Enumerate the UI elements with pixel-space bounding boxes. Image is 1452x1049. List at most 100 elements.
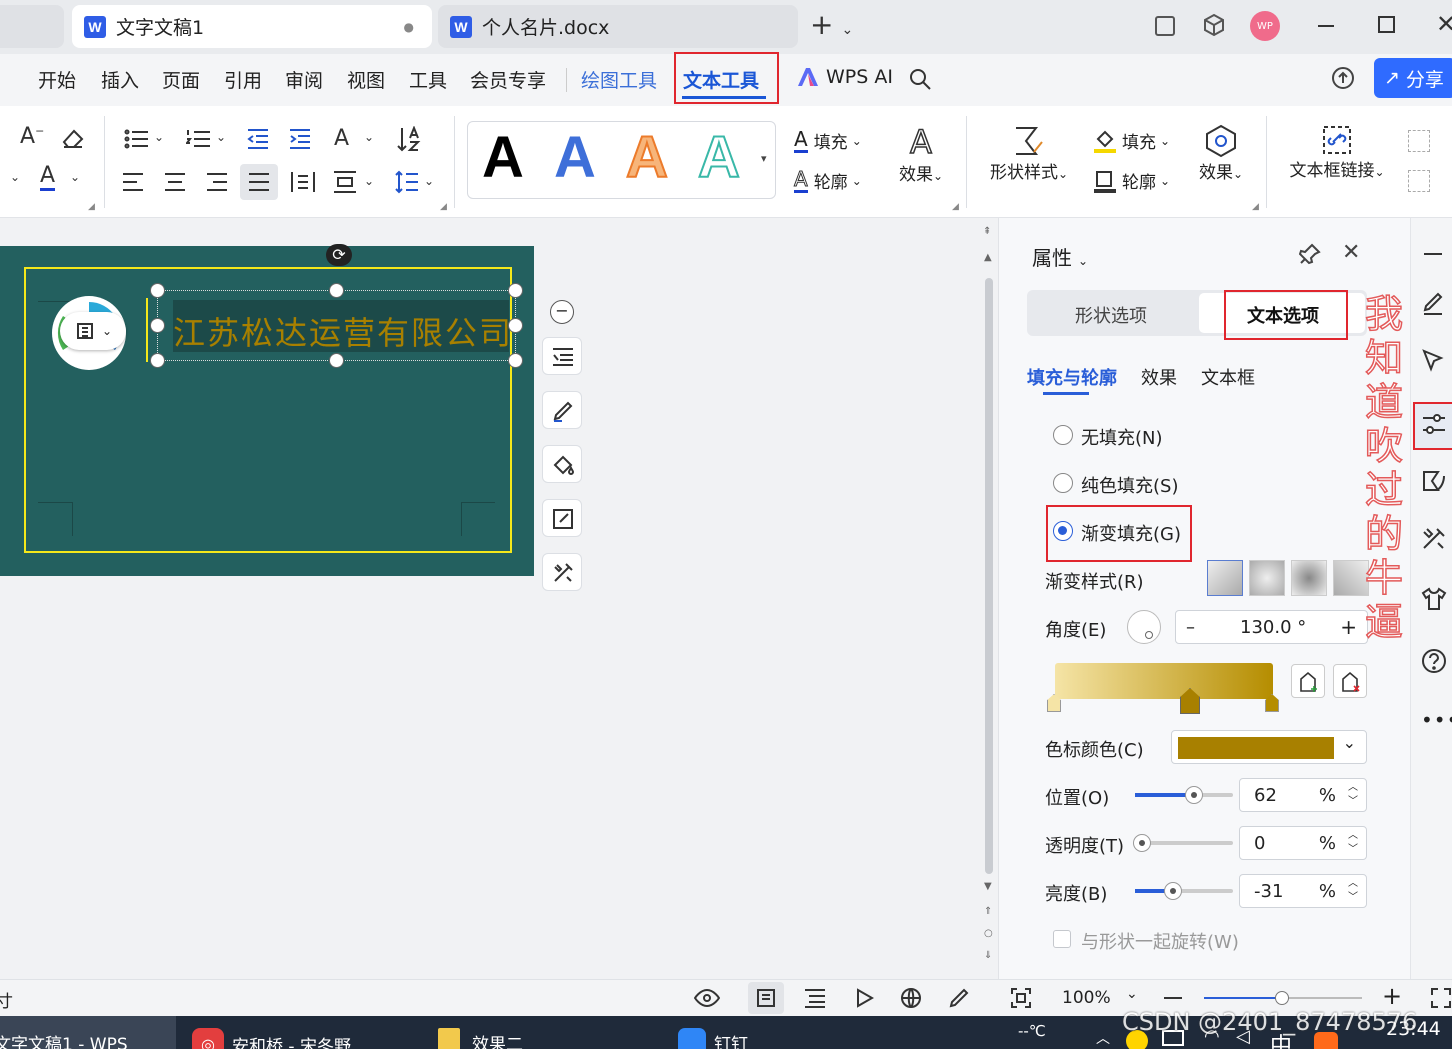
float-outline-button[interactable] — [542, 499, 582, 537]
shape-style-button[interactable]: 形状样式⌄ — [984, 124, 1074, 183]
brightness-slider[interactable] — [1135, 882, 1233, 900]
chevron-down-icon[interactable]: ⌄ — [10, 170, 20, 184]
dialog-launcher-icon[interactable]: ◢ — [88, 202, 95, 212]
taskbar-item-dingtalk[interactable]: 钉钉 — [678, 1028, 748, 1049]
chevron-down-icon[interactable]: ⌄ — [1126, 986, 1138, 1002]
text-effect-button[interactable]: A 效果⌄ — [896, 123, 946, 185]
fullscreen-icon[interactable] — [1430, 987, 1452, 1009]
avatar[interactable]: WP — [1250, 11, 1280, 41]
remove-gradient-stop-button[interactable] — [1333, 664, 1367, 698]
play-icon[interactable] — [854, 988, 874, 1008]
resize-handle[interactable] — [508, 318, 523, 333]
angle-increment[interactable]: + — [1340, 615, 1357, 639]
pen-icon[interactable] — [1421, 290, 1445, 316]
resize-handle[interactable] — [508, 353, 523, 368]
spinner-icon[interactable]: ︿ ﹀ — [1348, 781, 1358, 809]
add-gradient-stop-button[interactable] — [1291, 664, 1325, 698]
justify-button[interactable] — [240, 164, 278, 200]
shape-style-icon[interactable] — [1421, 468, 1447, 494]
menu-home[interactable]: 开始 — [38, 66, 76, 93]
help-icon[interactable] — [1421, 648, 1447, 674]
resize-handle[interactable] — [329, 283, 344, 298]
more-icon[interactable]: ••• — [1421, 708, 1452, 732]
rotate-handle[interactable]: ⟳ — [326, 244, 352, 266]
font-size-decrease-icon[interactable]: A− — [20, 124, 44, 149]
text-style-teal-outline[interactable]: A — [697, 124, 741, 191]
scrollbar-thumb[interactable] — [985, 278, 993, 874]
shape-outline-button[interactable]: 轮廓 ⌄ — [1094, 168, 1170, 193]
select-cursor-icon[interactable] — [1421, 348, 1445, 374]
minimize-button[interactable] — [1318, 25, 1334, 27]
text-outline-button[interactable]: A 轮廓 ⌄ — [794, 168, 862, 193]
menu-member[interactable]: 会员专享 — [470, 66, 546, 93]
position-slider[interactable] — [1135, 786, 1233, 804]
chevron-down-icon[interactable]: ⌄ — [154, 130, 164, 144]
shape-effect-button[interactable]: 效果⌄ — [1194, 124, 1248, 183]
brightness-input[interactable]: -31 % ︿ ﹀ — [1239, 874, 1367, 908]
chevron-down-icon[interactable]: ⌄ — [424, 174, 434, 188]
search-icon[interactable] — [908, 67, 932, 91]
zoom-out-button[interactable] — [1164, 997, 1182, 999]
zoom-slider[interactable] — [1204, 991, 1362, 1005]
shirt-icon[interactable] — [1421, 586, 1447, 612]
chevron-down-icon[interactable]: ⌄ — [70, 170, 80, 184]
next-page-icon[interactable]: ⇓ — [984, 950, 992, 961]
angle-value[interactable]: 130.0 ° — [1240, 617, 1306, 638]
paragraph-spacing-icon[interactable] — [332, 170, 358, 194]
text-style-black[interactable]: A — [482, 124, 524, 191]
subtab-textbox[interactable]: 文本框 — [1201, 364, 1255, 390]
stop-color-select[interactable]: ⌄ — [1171, 730, 1367, 764]
decrease-indent-icon[interactable] — [246, 128, 270, 150]
spinner-icon[interactable]: ︿ ﹀ — [1348, 829, 1358, 857]
window-restore-doc-icon[interactable] — [1155, 16, 1175, 36]
solid-fill-label[interactable]: 纯色填充(S) — [1081, 472, 1178, 498]
zoom-level[interactable]: 100% — [1062, 988, 1111, 1008]
resize-handle[interactable] — [150, 353, 165, 368]
gradient-style-rectangular[interactable] — [1291, 560, 1327, 596]
layout-options-button[interactable]: ⌄ — [60, 312, 126, 350]
menu-tools[interactable]: 工具 — [409, 66, 447, 93]
sort-icon[interactable] — [396, 126, 422, 152]
weather[interactable]: --℃ — [1018, 1022, 1046, 1040]
gallery-expand-icon[interactable]: ▾ — [761, 152, 767, 165]
cloud-upload-icon[interactable] — [1330, 66, 1356, 90]
gradient-fill-label[interactable]: 渐变填充(G) — [1081, 520, 1181, 546]
tray-expand-icon[interactable]: ︿ — [1096, 1028, 1110, 1048]
brightness-slider-thumb[interactable] — [1164, 882, 1182, 900]
resize-handle[interactable] — [508, 283, 523, 298]
eye-icon[interactable] — [694, 987, 720, 1009]
share-button[interactable]: ↗ 分享 — [1374, 58, 1452, 98]
close-button[interactable]: ✕ — [1436, 10, 1452, 38]
panel-title[interactable]: 属性 ⌄ — [1032, 242, 1088, 271]
prev-page-icon[interactable]: ⇑ — [984, 906, 992, 917]
menu-drawing-tools[interactable]: 绘图工具 — [581, 66, 657, 93]
transparency-slider[interactable] — [1133, 834, 1233, 852]
select-browse-object-icon[interactable]: ○ — [984, 928, 993, 939]
text-direction-icon[interactable]: A — [334, 126, 349, 151]
angle-decrement[interactable]: – — [1186, 617, 1195, 638]
increase-indent-icon[interactable] — [288, 128, 312, 150]
gradient-bar[interactable] — [1055, 663, 1273, 699]
wps-ai-button[interactable]: WPS AI — [796, 66, 893, 88]
taskbar-item-wps[interactable]: 文字文稿1 - WPS — [0, 1016, 176, 1049]
company-name[interactable]: 江苏松达运营有限公司 — [173, 308, 513, 354]
fit-page-icon[interactable] — [1010, 987, 1032, 1009]
outline-view-icon[interactable] — [804, 988, 826, 1008]
web-view-icon[interactable] — [900, 987, 922, 1009]
subtab-fill-outline[interactable]: 填充与轮廓 — [1027, 364, 1117, 390]
cube-icon[interactable] — [1202, 13, 1226, 37]
tools-icon[interactable] — [1421, 526, 1447, 552]
taskbar-item-music[interactable]: ◎ 安和桥 - 宋冬野 — [192, 1028, 351, 1049]
float-pen-button[interactable] — [542, 391, 582, 429]
angle-stepper[interactable]: – 130.0 ° + — [1175, 610, 1368, 644]
taskbar-item-folder[interactable]: 效果二 — [438, 1028, 523, 1049]
menu-references[interactable]: 引用 — [224, 66, 262, 93]
textbox-frame-icon[interactable] — [1408, 130, 1430, 152]
spinner-icon[interactable]: ︿ ﹀ — [1348, 877, 1358, 905]
float-wrap-button[interactable] — [542, 337, 582, 375]
font-color-icon[interactable]: A — [40, 164, 56, 191]
gradient-style-linear[interactable] — [1207, 560, 1243, 596]
text-style-orange-outline[interactable]: A — [625, 124, 669, 191]
radio-gradient-fill[interactable] — [1053, 521, 1073, 541]
text-style-blue[interactable]: A — [554, 124, 596, 191]
